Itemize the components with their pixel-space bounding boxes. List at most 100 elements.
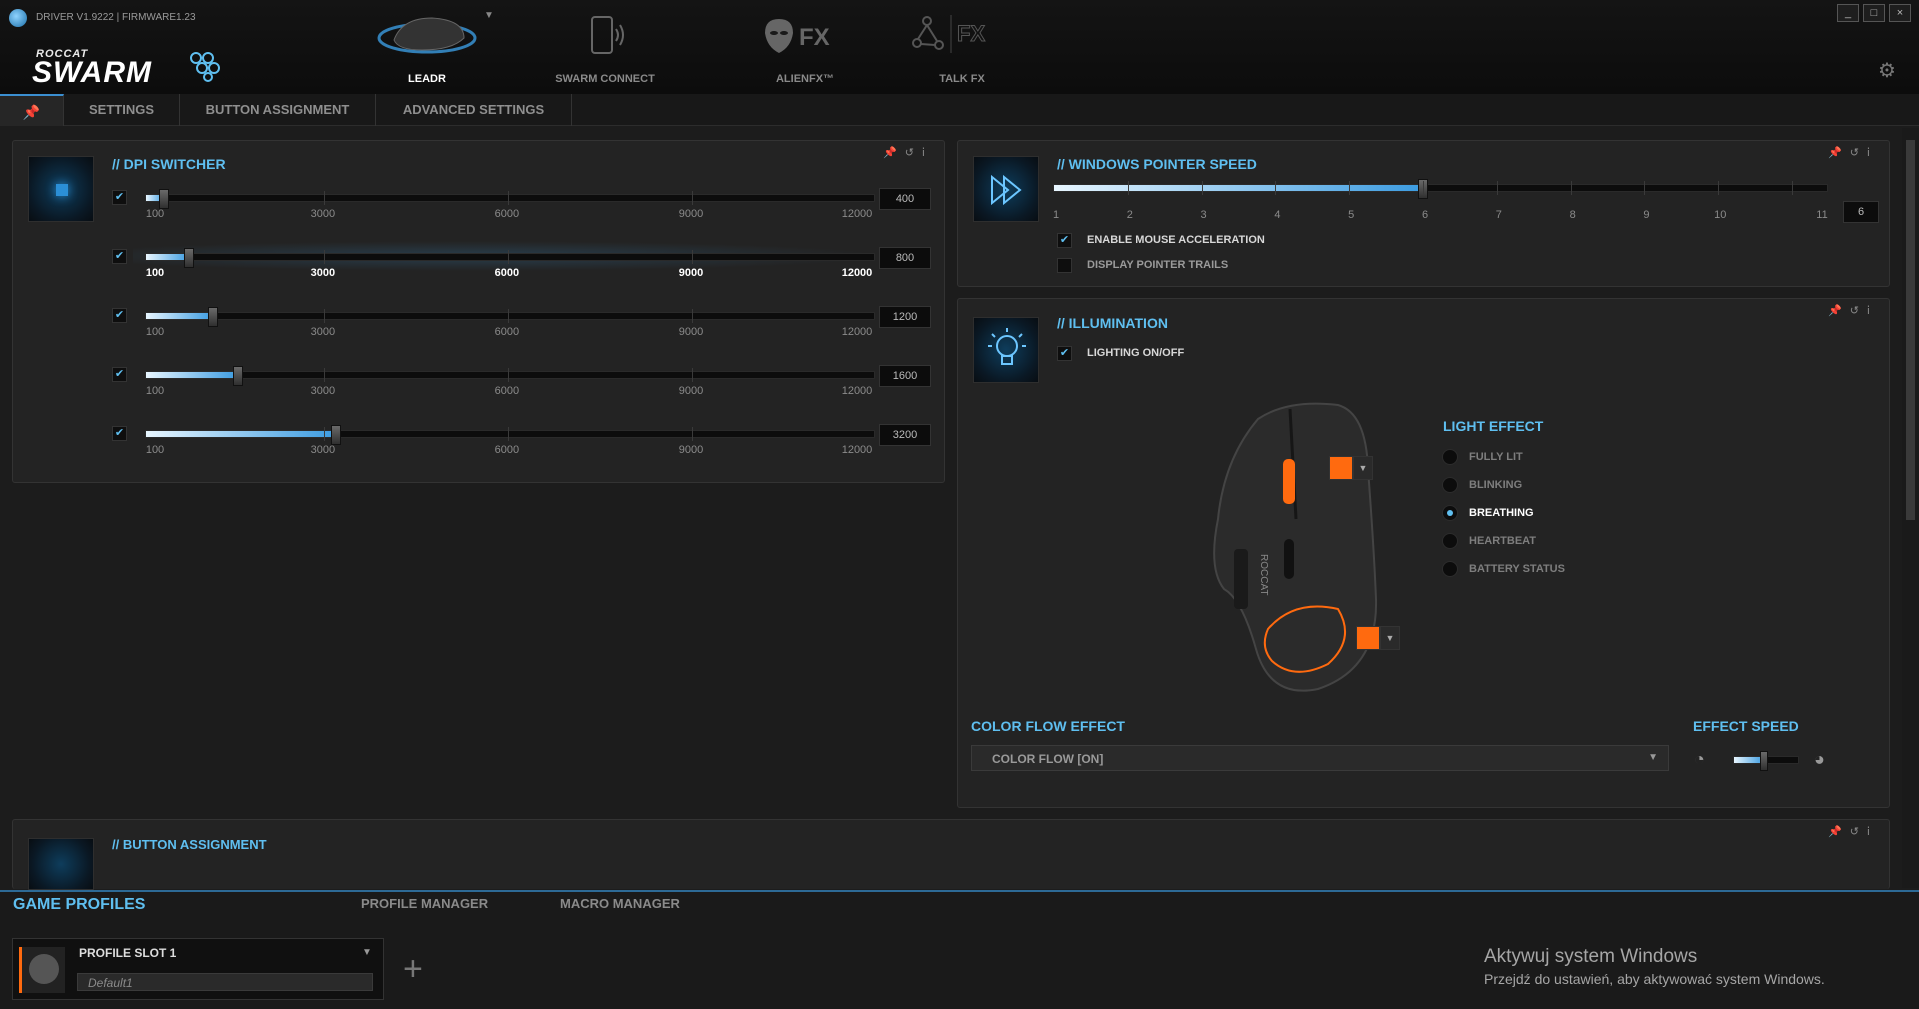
dpi-value[interactable]: 3200: [879, 424, 931, 446]
panel-controls[interactable]: 📌↺ⅰ: [1828, 304, 1878, 317]
effect-speed-knob[interactable]: [1759, 751, 1768, 771]
dpi-tick-label: 12000: [841, 385, 873, 397]
minimize-button[interactable]: _: [1837, 4, 1859, 22]
top-zone-color-swatch[interactable]: [1329, 456, 1353, 480]
light-effect-radio[interactable]: [1442, 533, 1458, 549]
effect-speed-slider[interactable]: [1733, 751, 1799, 771]
dpi-value[interactable]: 800: [879, 247, 931, 269]
top-bar: DRIVER V1.9222 | FIRMWARE1.23 ROCCAT SWA…: [0, 0, 1919, 94]
dpi-slider[interactable]: [145, 189, 875, 209]
dpi-enable-checkbox[interactable]: [112, 426, 127, 441]
dpi-tick-label: 9000: [678, 326, 704, 338]
top-zone-dropdown-icon[interactable]: ▼: [1353, 456, 1373, 480]
light-effect-label: BREATHING: [1469, 507, 1534, 519]
dpi-slider[interactable]: [145, 425, 875, 445]
tab-macro-manager[interactable]: MACRO MANAGER: [560, 896, 680, 911]
dpi-tick-mark: [323, 309, 325, 323]
svg-text:FX: FX: [799, 24, 830, 51]
nav-leadr[interactable]: ▼ LEADR: [352, 8, 502, 88]
svg-text:FX: FX: [957, 21, 985, 46]
dpi-tick-mark: [691, 427, 693, 441]
dpi-tick-mark: [507, 191, 509, 205]
add-profile-button[interactable]: +: [403, 950, 423, 989]
tab-button-assignment[interactable]: BUTTON ASSIGNMENT: [180, 94, 376, 126]
dpi-value[interactable]: 1200: [879, 306, 931, 328]
dpi-enable-checkbox[interactable]: [112, 190, 127, 205]
light-effect-radio[interactable]: [1442, 449, 1458, 465]
panel-controls[interactable]: 📌↺ⅰ: [1828, 825, 1878, 838]
pointer-tick-mark: [1275, 181, 1277, 195]
dpi-enable-checkbox[interactable]: [112, 308, 127, 323]
dpi-slider-fill: [146, 372, 239, 378]
pointer-tick-mark: [1423, 181, 1425, 195]
bottom-zone-color-swatch[interactable]: [1356, 626, 1380, 650]
mouse-acceleration-checkbox[interactable]: [1057, 233, 1072, 248]
tab-advanced-settings[interactable]: ADVANCED SETTINGS: [376, 94, 572, 126]
color-flow-select[interactable]: COLOR FLOW [ON] ▼: [971, 745, 1669, 771]
dpi-slider[interactable]: [145, 366, 875, 386]
dpi-slider-knob[interactable]: [331, 425, 342, 445]
pointer-tick-label: 8: [1569, 209, 1576, 221]
pointer-trails-label: DISPLAY POINTER TRAILS: [1087, 259, 1229, 271]
light-effect-radio[interactable]: [1442, 477, 1458, 493]
slow-speedometer-icon: ◔: [1694, 749, 1705, 769]
restore-button[interactable]: □: [1863, 4, 1885, 22]
profile-slot[interactable]: PROFILE SLOT 1 ▼ Default1: [12, 938, 384, 1000]
mouse-brand-text: ROCCAT: [1258, 554, 1269, 595]
tab-profile-manager[interactable]: PROFILE MANAGER: [361, 896, 488, 911]
dpi-slider-knob[interactable]: [183, 248, 194, 268]
panel-controls[interactable]: 📌↺ⅰ: [1828, 146, 1878, 159]
tab-game-profiles[interactable]: GAME PROFILES: [13, 896, 145, 914]
nav-swarm-connect[interactable]: SWARM CONNECT: [530, 8, 680, 88]
scrollbar[interactable]: [1902, 128, 1919, 888]
scrollbar-thumb[interactable]: [1906, 140, 1915, 520]
pointer-tick-label: 7: [1495, 209, 1502, 221]
dpi-slider-knob[interactable]: [159, 189, 170, 209]
light-effect-radio[interactable]: [1442, 561, 1458, 577]
dpi-tick-label: 100: [145, 326, 165, 338]
pointer-speed-title: // WINDOWS POINTER SPEED: [1057, 156, 1257, 172]
dpi-slider-knob[interactable]: [208, 307, 219, 327]
nav-dropdown-icon[interactable]: ▼: [484, 10, 494, 21]
bottom-zone-dropdown-icon[interactable]: ▼: [1380, 626, 1400, 650]
pin-tab[interactable]: 📌: [0, 94, 64, 126]
dpi-slider[interactable]: [145, 307, 875, 327]
dpi-tick-label: 9000: [678, 208, 704, 220]
pointer-tick-label: 9: [1643, 209, 1650, 221]
dpi-enable-checkbox[interactable]: [112, 367, 127, 382]
pointer-trails-checkbox[interactable]: [1057, 258, 1072, 273]
dpi-value[interactable]: 400: [879, 188, 931, 210]
pointer-speed-value[interactable]: 6: [1843, 201, 1879, 223]
tab-settings[interactable]: SETTINGS: [64, 94, 180, 126]
gear-icon[interactable]: ⚙: [1878, 58, 1896, 83]
dpi-tick-label: 6000: [494, 208, 520, 220]
dpi-tick-label: 6000: [494, 326, 520, 338]
profile-name-field[interactable]: Default1: [77, 973, 373, 991]
panel-controls[interactable]: 📌↺ⅰ: [883, 146, 933, 159]
dpi-tick-label: 100: [145, 385, 165, 397]
dpi-tick-label: 6000: [494, 385, 520, 397]
dpi-slider[interactable]: [145, 248, 875, 268]
nav-talk-fx[interactable]: FX TALK FX: [887, 8, 1037, 88]
nav-alienfx[interactable]: FX ALIENFX™: [730, 8, 880, 88]
talkfx-icon: FX: [912, 15, 986, 53]
pointer-speed-slider[interactable]: [1053, 179, 1828, 199]
lighting-checkbox[interactable]: [1057, 346, 1072, 361]
profile-dropdown-icon[interactable]: ▼: [362, 947, 372, 958]
roccat-app-icon: [9, 9, 27, 27]
pointer-tick-mark: [1349, 181, 1351, 195]
windows-activation-title: Aktywuj system Windows: [1484, 946, 1698, 967]
dpi-tick-mark: [507, 427, 509, 441]
windows-activation-subtitle: Przejdź do ustawień, aby aktywować syste…: [1484, 971, 1825, 987]
pointer-tick-label: 1: [1052, 209, 1060, 221]
dpi-tick-label: 100: [145, 208, 165, 220]
light-effect-radio[interactable]: [1442, 505, 1458, 521]
dpi-tick-label: 3000: [310, 385, 336, 397]
dpi-value[interactable]: 1600: [879, 365, 931, 387]
dpi-enable-checkbox[interactable]: [112, 249, 127, 264]
dpi-tick-label: 9000: [678, 385, 704, 397]
dpi-tick-mark: [691, 250, 693, 264]
close-button[interactable]: ×: [1889, 4, 1911, 22]
dpi-tick-mark: [507, 250, 509, 264]
dpi-slider-knob[interactable]: [233, 366, 244, 386]
